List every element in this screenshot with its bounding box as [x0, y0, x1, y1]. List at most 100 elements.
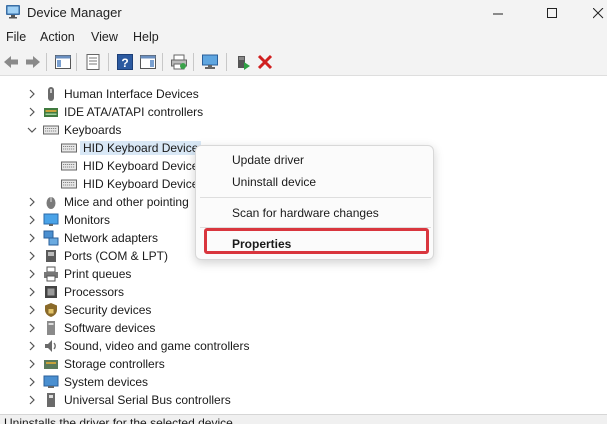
toolbar-separator [46, 53, 47, 71]
system-icon [43, 375, 59, 388]
menu-item-update-driver[interactable]: Update driver [232, 153, 304, 167]
tree-node-label: Ports (COM & LPT) [64, 249, 169, 263]
menu-item-uninstall-device[interactable]: Uninstall device [232, 175, 316, 189]
keyboard-icon [61, 143, 77, 153]
monitor-icon [43, 213, 59, 226]
tree-node-label: Mice and other pointing [64, 195, 189, 209]
close-icon [592, 7, 603, 18]
menu-file[interactable]: File [6, 30, 26, 44]
forward-arrow-icon[interactable] [24, 53, 42, 71]
tree-node-keyboards[interactable]: Keyboards [0, 121, 400, 139]
mouse-icon [46, 197, 56, 209]
keyboard-icon [43, 125, 59, 135]
tree-node-processors[interactable]: Processors [0, 283, 400, 301]
port-icon [46, 250, 56, 262]
back-arrow-icon[interactable] [2, 53, 20, 71]
tree-node-label: Print queues [64, 267, 132, 281]
sound-icon [45, 340, 56, 352]
keyboard-icon [61, 161, 77, 171]
keyboard-icon [61, 179, 77, 189]
tree-node-label: Storage controllers [64, 357, 165, 371]
tree-node-label: Keyboards [64, 123, 122, 137]
toolbar-separator [162, 53, 163, 71]
chevron-right-icon[interactable] [27, 251, 37, 261]
maximize-icon [546, 7, 557, 18]
tree-node-ide-ata-atapi-controllers[interactable]: IDE ATA/ATAPI controllers [0, 103, 400, 121]
close-button[interactable] [583, 0, 607, 26]
chevron-right-icon[interactable] [27, 323, 37, 333]
window-title: Device Manager [27, 5, 122, 20]
help-icon[interactable]: ? [116, 53, 134, 71]
network-icon [43, 230, 59, 246]
uninstall-x-icon[interactable] [256, 53, 274, 71]
minimize-button[interactable] [475, 0, 521, 26]
security-icon [45, 303, 57, 317]
chevron-right-icon[interactable] [27, 89, 37, 99]
tree-node-label: IDE ATA/ATAPI controllers [64, 105, 204, 119]
chevron-right-icon[interactable] [27, 377, 37, 387]
menu-bar: File Action View Help [0, 26, 607, 48]
tree-node-system-devices[interactable]: System devices [0, 373, 400, 391]
menu-help[interactable]: Help [133, 30, 159, 44]
toolbar: ? [0, 48, 607, 76]
chevron-right-icon[interactable] [27, 107, 37, 117]
menu-view[interactable]: View [91, 30, 118, 44]
software-icon [47, 321, 55, 335]
show-hide-console-tree-icon[interactable] [54, 53, 72, 71]
tree-node-label: Network adapters [64, 231, 159, 245]
tree-node-label: Monitors [64, 213, 111, 227]
title-bar: Device Manager [0, 0, 607, 26]
tree-node-label: HID Keyboard Device [83, 159, 199, 173]
toolbar-separator [226, 53, 227, 71]
svg-text:?: ? [121, 56, 128, 70]
tree-node-label: Universal Serial Bus controllers [64, 393, 231, 407]
chevron-right-icon[interactable] [27, 197, 37, 207]
minimize-icon [492, 13, 503, 14]
tree-node-software-devices[interactable]: Software devices [0, 319, 400, 337]
ide-icon [44, 108, 58, 117]
update-driver-icon[interactable] [234, 53, 252, 71]
tree-node-label: Security devices [64, 303, 152, 317]
storage-icon [44, 360, 58, 369]
chevron-right-icon[interactable] [27, 359, 37, 369]
status-text: Uninstalls the driver for the selected d… [4, 416, 237, 424]
tree-node-sound-video-game[interactable]: Sound, video and game controllers [0, 337, 400, 355]
hid-icon [48, 87, 54, 101]
device-manager-app-icon [6, 5, 20, 19]
usb-icon [47, 393, 55, 407]
processor-icon [45, 286, 57, 298]
toolbar-separator [76, 53, 77, 71]
tree-node-label: HID Keyboard Device [83, 177, 199, 191]
toolbar-separator [193, 53, 194, 71]
print-icon[interactable] [170, 53, 188, 71]
maximize-button[interactable] [529, 0, 575, 26]
tree-node-storage-controllers[interactable]: Storage controllers [0, 355, 400, 373]
tree-node-label: Software devices [64, 321, 156, 335]
chevron-right-icon[interactable] [27, 215, 37, 225]
chevron-right-icon[interactable] [27, 269, 37, 279]
chevron-right-icon[interactable] [27, 287, 37, 297]
chevron-right-icon[interactable] [27, 341, 37, 351]
tree-node-label: System devices [64, 375, 149, 389]
tree-node-usb-controllers[interactable]: Universal Serial Bus controllers [0, 391, 400, 409]
printer-icon [44, 266, 58, 282]
tree-node-human-interface-devices[interactable]: Human Interface Devices [0, 85, 400, 103]
tree-node-print-queues[interactable]: Print queues [0, 265, 400, 283]
chevron-right-icon[interactable] [27, 395, 37, 405]
status-bar: Uninstalls the driver for the selected d… [0, 414, 607, 424]
tree-node-label: Sound, video and game controllers [64, 339, 250, 353]
menu-action[interactable]: Action [40, 30, 75, 44]
tree-node-security-devices[interactable]: Security devices [0, 301, 400, 319]
properties-highlight-box [204, 228, 429, 254]
tree-node-label: HID Keyboard Device [80, 141, 202, 155]
tree-node-label: Human Interface Devices [64, 87, 199, 101]
menu-item-scan-for-hardware-changes[interactable]: Scan for hardware changes [232, 206, 379, 220]
action-pane-icon[interactable] [139, 53, 157, 71]
chevron-right-icon[interactable] [27, 305, 37, 315]
chevron-right-icon[interactable] [27, 233, 37, 243]
chevron-down-icon[interactable] [27, 125, 37, 135]
menu-separator [200, 197, 431, 198]
monitor-icon[interactable] [201, 53, 219, 71]
toolbar-separator [108, 53, 109, 71]
properties-icon[interactable] [84, 53, 102, 71]
